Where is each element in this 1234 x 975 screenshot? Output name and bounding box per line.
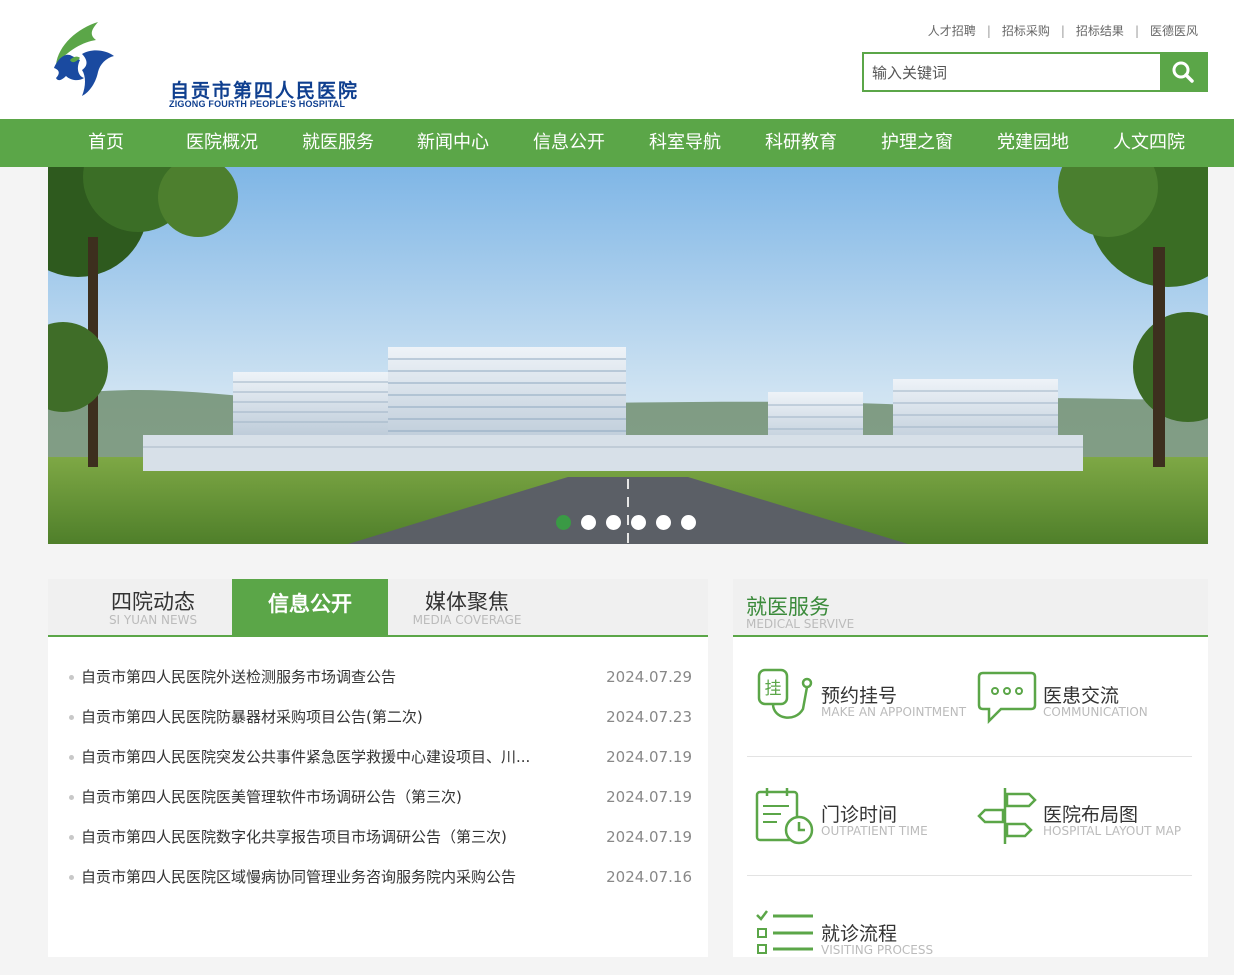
bullet-icon [69,755,74,760]
site-header: 自贡市第四人民医院 ZIGONG FOURTH PEOPLE'S HOSPITA… [0,0,1234,119]
main-nav: 首页 医院概况 就医服务 新闻中心 信息公开 科室导航 科研教育 护理之窗 党建… [0,119,1234,167]
news-title[interactable]: 自贡市第四人民医院突发公共事件紧急医学救援中心建设项目、川... [81,737,566,777]
services-panel: 就医服务 MEDICAL SERVIVE 挂 预约挂号 MAKE AN APPO… [733,579,1208,957]
clock-calendar-icon [755,788,814,845]
services-divider [747,756,1192,757]
banner-dot-2[interactable] [581,515,596,530]
service-appointment[interactable]: 挂 预约挂号 MAKE AN APPOINTMENT [755,667,967,737]
logo-emblem-icon [54,22,114,96]
news-tabs: 四院动态 SI YUAN NEWS 信息公开 媒体聚焦 MEDIA COVERA… [48,579,708,637]
banner-dot-3[interactable] [606,515,621,530]
nav-item-news-center[interactable]: 新闻中心 [407,119,499,167]
top-links: 人才招聘 | 招标采购 | 招标结果 | 医德医风 [928,22,1198,39]
appointment-icon: 挂 [757,668,813,719]
hero-banner[interactable] [48,167,1208,544]
search-button[interactable] [1160,54,1206,90]
service-label: 门诊时间 [821,804,898,826]
services-subtitle: MEDICAL SERVIVE [746,617,855,631]
list-item[interactable]: 自贡市第四人民医院医美管理软件市场调研公告（第三次) 2024.07.19 [48,777,708,817]
news-date: 2024.07.16 [606,868,692,886]
top-link-ethics[interactable]: 医德医风 [1150,22,1198,39]
tab-sublabel: MEDIA COVERAGE [412,613,522,627]
service-label: 医院布局图 [1043,804,1139,826]
service-label: 就诊流程 [821,923,898,945]
service-sublabel: HOSPITAL LAYOUT MAP [1043,824,1182,838]
news-title[interactable]: 自贡市第四人民医院数字化共享报告项目市场调研公告（第三次) [81,817,566,857]
banner-pagination [556,515,696,530]
top-link-bid-results[interactable]: 招标结果 [1076,22,1124,39]
bullet-icon [69,795,74,800]
banner-dot-4[interactable] [631,515,646,530]
top-link-procurement[interactable]: 招标采购 [1002,22,1050,39]
service-sublabel: VISITING PROCESS [821,943,934,957]
services-header: 就医服务 MEDICAL SERVIVE [733,579,1208,637]
bullet-icon [69,715,74,720]
nav-item-culture[interactable]: 人文四院 [1103,119,1195,167]
svg-text:挂: 挂 [765,679,782,699]
news-date: 2024.07.29 [606,668,692,686]
nav-item-medical-service[interactable]: 就医服务 [292,119,384,167]
news-title[interactable]: 自贡市第四人民医院外送检测服务市场调查公告 [81,657,566,697]
tab-label: 四院动态 [111,590,195,614]
service-outpatient-time[interactable]: 门诊时间 OUTPATIENT TIME [755,786,965,856]
service-sublabel: COMMUNICATION [1043,705,1148,719]
tab-label: 信息公开 [268,592,352,616]
list-item[interactable]: 自贡市第四人民医院外送检测服务市场调查公告 2024.07.29 [48,657,708,697]
news-date: 2024.07.19 [606,748,692,766]
tab-siyuan-news[interactable]: 四院动态 SI YUAN NEWS [78,579,228,637]
service-visiting-process[interactable]: 就诊流程 VISITING PROCESS [755,905,965,975]
search-icon [1172,61,1194,83]
bullet-icon [69,675,74,680]
chat-bubble-icon [977,671,1037,725]
nav-item-overview[interactable]: 医院概况 [176,119,268,167]
banner-dot-6[interactable] [681,515,696,530]
service-label: 预约挂号 [821,685,898,707]
service-communication[interactable]: 医患交流 COMMUNICATION [977,667,1187,737]
services-divider [747,875,1192,876]
news-title[interactable]: 自贡市第四人民医院区域慢病协同管理业务咨询服务院内采购公告 [81,857,566,897]
news-panel: 四院动态 SI YUAN NEWS 信息公开 媒体聚焦 MEDIA COVERA… [48,579,708,957]
news-title[interactable]: 自贡市第四人民医院防暴器材采购项目公告(第二次) [81,697,566,737]
news-list: 自贡市第四人民医院外送检测服务市场调查公告 2024.07.29 自贡市第四人民… [48,657,708,897]
news-date: 2024.07.19 [606,788,692,806]
nav-item-research-education[interactable]: 科研教育 [755,119,847,167]
hospital-logo[interactable]: 自贡市第四人民医院 ZIGONG FOURTH PEOPLE'S HOSPITA… [48,20,357,109]
tab-sublabel: SI YUAN NEWS [108,613,198,627]
banner-dot-5[interactable] [656,515,671,530]
nav-item-nursing[interactable]: 护理之窗 [871,119,963,167]
service-label: 医患交流 [1043,685,1120,707]
tab-label: 媒体聚焦 [425,590,509,614]
service-sublabel: MAKE AN APPOINTMENT [821,705,967,719]
news-date: 2024.07.23 [606,708,692,726]
nav-item-info-disclosure[interactable]: 信息公开 [523,119,615,167]
tab-info-disclosure[interactable]: 信息公开 [232,579,388,637]
list-item[interactable]: 自贡市第四人民医院区域慢病协同管理业务咨询服务院内采购公告 2024.07.16 [48,857,708,897]
search-input[interactable] [870,60,1154,86]
top-link-separator: | [1134,23,1139,38]
top-link-recruitment[interactable]: 人才招聘 [928,22,976,39]
tab-media-coverage[interactable]: 媒体聚焦 MEDIA COVERAGE [392,579,542,637]
logo-name-en: ZIGONG FOURTH PEOPLE'S HOSPITAL [169,99,346,109]
news-date: 2024.07.19 [606,828,692,846]
checklist-icon [756,910,813,954]
banner-dot-1[interactable] [556,515,571,530]
nav-item-departments[interactable]: 科室导航 [639,119,731,167]
list-item[interactable]: 自贡市第四人民医院数字化共享报告项目市场调研公告（第三次) 2024.07.19 [48,817,708,857]
list-item[interactable]: 自贡市第四人民医院突发公共事件紧急医学救援中心建设项目、川... 2024.07… [48,737,708,777]
news-title[interactable]: 自贡市第四人民医院医美管理软件市场调研公告（第三次) [81,777,566,817]
top-link-separator: | [1060,23,1065,38]
top-link-separator: | [986,23,991,38]
service-sublabel: OUTPATIENT TIME [821,824,928,838]
hospital-building-illustration [48,167,1208,544]
signpost-icon [977,788,1037,844]
service-layout-map[interactable]: 医院布局图 HOSPITAL LAYOUT MAP [977,786,1187,856]
bullet-icon [69,835,74,840]
nav-item-home[interactable]: 首页 [70,119,142,167]
list-item[interactable]: 自贡市第四人民医院防暴器材采购项目公告(第二次) 2024.07.23 [48,697,708,737]
search-box [862,52,1208,92]
nav-item-party-building[interactable]: 党建园地 [987,119,1079,167]
bullet-icon [69,875,74,880]
